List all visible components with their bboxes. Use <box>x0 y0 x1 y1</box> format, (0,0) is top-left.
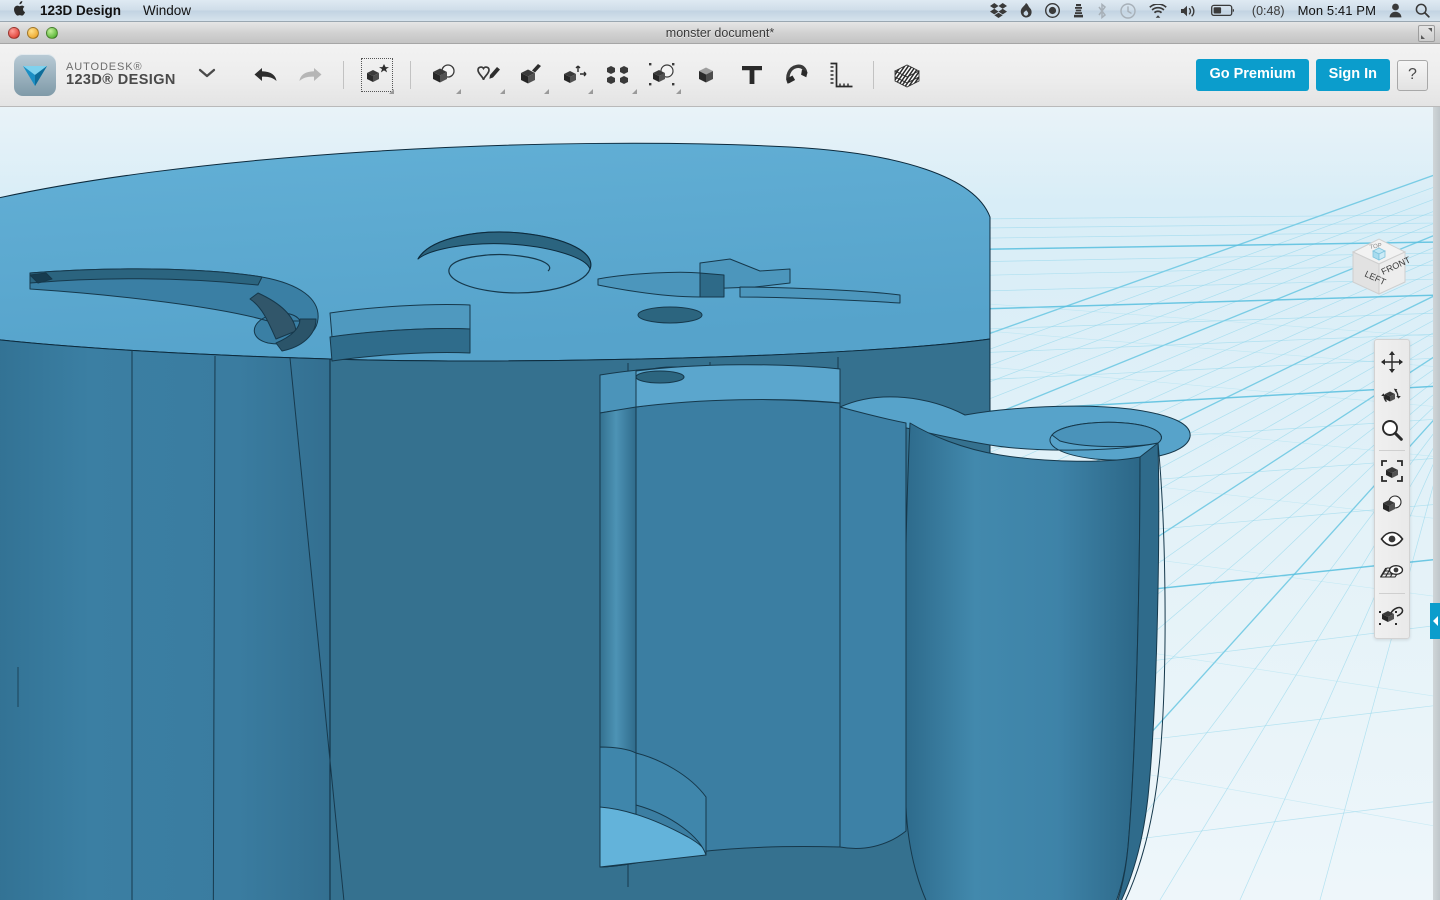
grouping-tool[interactable] <box>645 55 683 95</box>
combine-tool[interactable] <box>689 55 727 95</box>
brand-text: AUTODESK® 123D® DESIGN <box>66 61 176 89</box>
zoom-tool[interactable] <box>1375 413 1409 447</box>
time-machine-icon[interactable] <box>1120 0 1136 22</box>
tool-dropdown-caret[interactable] <box>675 89 681 94</box>
tool-buttons <box>244 55 929 95</box>
apple-menu-icon[interactable] <box>12 1 26 20</box>
snap-tool[interactable] <box>777 55 815 95</box>
transform-tool[interactable] <box>358 55 396 95</box>
timer-icon[interactable] <box>1044 0 1060 22</box>
sketch-tool[interactable] <box>469 55 507 95</box>
collapse-panel-button[interactable] <box>1430 603 1440 639</box>
menu-bar-clock[interactable]: Mon 5:41 PM <box>1298 3 1376 18</box>
window-title: monster document* <box>665 25 775 40</box>
autodesk-123d-logo-icon <box>14 54 56 96</box>
help-button[interactable]: ? <box>1397 59 1428 91</box>
material-tool[interactable] <box>1375 597 1409 631</box>
spotlight-search-icon[interactable] <box>1415 0 1430 22</box>
toolbar-separator <box>409 61 411 89</box>
menu-app-name[interactable]: 123D Design <box>40 3 121 18</box>
slice-tool[interactable] <box>888 55 926 95</box>
dropbox-icon[interactable] <box>989 0 1007 22</box>
measure-tool[interactable] <box>821 55 859 95</box>
nav-separator <box>1379 450 1405 451</box>
tool-dropdown-caret[interactable] <box>388 89 394 94</box>
chevron-down-icon[interactable] <box>198 66 216 84</box>
fullscreen-icon[interactable] <box>1418 25 1435 42</box>
menu-window[interactable]: Window <box>143 3 191 18</box>
tool-dropdown-caret[interactable] <box>499 89 505 94</box>
zoom-button[interactable] <box>46 27 58 39</box>
chess-pawn-icon[interactable] <box>1073 0 1084 22</box>
flame-icon[interactable] <box>1020 0 1032 22</box>
close-button[interactable] <box>8 27 20 39</box>
bluetooth-icon[interactable] <box>1097 0 1107 22</box>
brand-line-123d-design: 123D® DESIGN <box>66 72 176 89</box>
text-tool[interactable] <box>733 55 771 95</box>
orbit-tool[interactable] <box>1375 379 1409 413</box>
go-premium-button[interactable]: Go Premium <box>1196 59 1309 91</box>
pan-tool[interactable] <box>1375 345 1409 379</box>
nav-separator <box>1379 593 1405 594</box>
modify-tool[interactable] <box>557 55 595 95</box>
viewport-right-edge <box>1433 107 1440 900</box>
brand-area[interactable]: AUTODESK® 123D® DESIGN <box>0 54 216 96</box>
tool-dropdown-caret[interactable] <box>587 89 593 94</box>
battery-icon[interactable] <box>1210 0 1236 22</box>
sign-in-button[interactable]: Sign In <box>1315 59 1390 91</box>
menu-bar-status-area: (0:48) Mon 5:41 PM <box>989 0 1440 22</box>
undo-button[interactable] <box>247 55 285 95</box>
volume-icon[interactable] <box>1180 0 1198 22</box>
fit-view-tool[interactable] <box>1375 454 1409 488</box>
toolbar-separator <box>342 61 344 89</box>
wifi-icon[interactable] <box>1149 0 1167 22</box>
window-controls <box>8 27 58 39</box>
shaded-display-tool[interactable] <box>1375 488 1409 522</box>
mac-menu-bar: 123D Design Window (0:48) Mon 5:41 PM <box>0 0 1440 22</box>
construct-tool[interactable] <box>513 55 551 95</box>
app-toolbar: AUTODESK® 123D® DESIGN Go Premium Sign I… <box>0 44 1440 107</box>
visibility-tool[interactable] <box>1375 522 1409 556</box>
window-title-bar: monster document* <box>0 22 1440 44</box>
pattern-tool[interactable] <box>601 55 639 95</box>
navigation-toolbar <box>1374 339 1410 639</box>
toolbar-separator <box>872 61 874 89</box>
battery-time-remaining: (0:48) <box>1251 3 1285 18</box>
tool-dropdown-caret[interactable] <box>631 89 637 94</box>
3d-viewport[interactable]: LEFT FRONT TOP <box>0 107 1440 900</box>
user-account-icon[interactable] <box>1389 0 1402 22</box>
3d-model-monster-shape[interactable] <box>0 107 1440 900</box>
primitives-tool[interactable] <box>425 55 463 95</box>
view-cube[interactable]: LEFT FRONT TOP <box>1343 232 1415 304</box>
chevron-left-icon <box>1432 616 1438 626</box>
tool-dropdown-caret[interactable] <box>455 89 461 94</box>
grid-settings-tool[interactable] <box>1375 556 1409 590</box>
toolbar-right-actions: Go Premium Sign In ? <box>1196 59 1440 91</box>
tool-dropdown-caret[interactable] <box>543 89 549 94</box>
minimize-button[interactable] <box>27 27 39 39</box>
redo-button[interactable] <box>291 55 329 95</box>
